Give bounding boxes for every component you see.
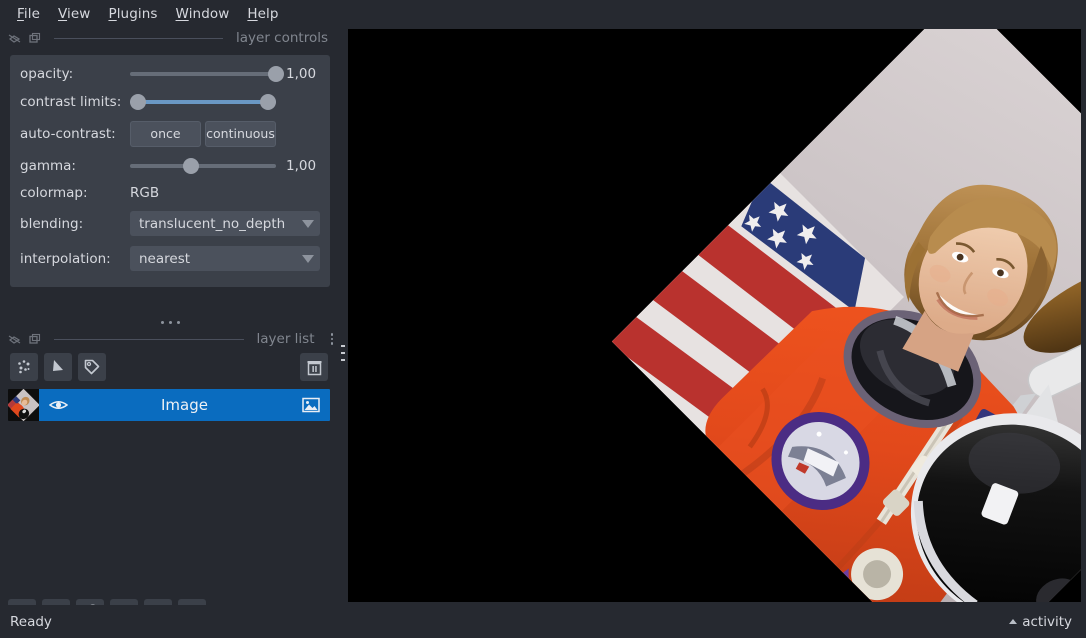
- opacity-handle[interactable]: [268, 66, 284, 82]
- layer-list-overflow-menu[interactable]: [328, 333, 337, 345]
- menu-dot: [330, 333, 333, 336]
- layer-controls-dock-header: layer controls: [0, 27, 340, 49]
- dock-float-icon[interactable]: [8, 333, 21, 346]
- opacity-value: 1,00: [286, 66, 317, 82]
- contrast-limits-field: [130, 93, 320, 111]
- contrast-limits-fill: [130, 100, 276, 104]
- contrast-limits-label: contrast limits:: [20, 94, 122, 110]
- contrast-limits-high-handle[interactable]: [260, 94, 276, 110]
- splitter-dot: [160, 320, 164, 324]
- viewer-canvas[interactable]: [348, 29, 1081, 602]
- activity-label: activity: [1022, 613, 1072, 630]
- interpolation-value: nearest: [139, 250, 191, 267]
- menu-view[interactable]: View: [49, 3, 99, 25]
- colormap-label: colormap:: [20, 185, 88, 201]
- splitter-dot: [176, 320, 180, 324]
- blending-combobox[interactable]: translucent_no_depth: [130, 211, 320, 236]
- colormap-field: RGB: [130, 185, 320, 201]
- colormap-value: RGB: [130, 185, 160, 201]
- handle-bar: [341, 359, 345, 361]
- dock-splitter-handle[interactable]: [0, 315, 340, 329]
- opacity-track: [130, 72, 276, 76]
- blending-label: blending:: [20, 215, 84, 232]
- layer-controls-title: layer controls: [236, 30, 328, 46]
- menu-plugins[interactable]: Plugins: [99, 3, 166, 25]
- caret-up-icon: [1009, 619, 1018, 624]
- auto-contrast-once-button[interactable]: once: [130, 121, 201, 147]
- dock-header-rule: [54, 37, 223, 39]
- layer-list-title: layer list: [256, 331, 315, 347]
- auto-contrast-continuous-button[interactable]: continuous: [205, 121, 276, 147]
- opacity-label: opacity:: [20, 66, 74, 82]
- interpolation-label: interpolation:: [20, 250, 111, 267]
- activity-toggle[interactable]: activity: [1009, 614, 1072, 630]
- menu-bar: File View Plugins Window Help: [0, 0, 1086, 27]
- menu-dot: [330, 337, 333, 341]
- contrast-limits-low-handle[interactable]: [130, 94, 146, 110]
- left-dock-panel: layer controls opacity: 1,00 contrast li…: [0, 27, 340, 627]
- gamma-handle[interactable]: [183, 158, 200, 174]
- menu-dot: [330, 342, 333, 345]
- menu-window[interactable]: Window: [167, 3, 239, 25]
- gamma-field: 1,00: [130, 157, 320, 175]
- gamma-label: gamma:: [20, 158, 76, 174]
- chevron-down-icon: [302, 254, 314, 263]
- image-layer-rotated: [611, 29, 1081, 602]
- opacity-field: 1,00: [130, 65, 320, 83]
- eye-icon: [48, 401, 68, 409]
- splitter-dot: [168, 320, 172, 324]
- handle-bar: [341, 345, 345, 347]
- interpolation-combobox[interactable]: nearest: [130, 246, 320, 271]
- layer-controls-card: opacity: 1,00 contrast limits: auto-cont…: [10, 55, 330, 287]
- blending-value: translucent_no_depth: [139, 215, 286, 232]
- dock-float-icon[interactable]: [8, 32, 21, 45]
- layer-visibility-toggle[interactable]: [39, 398, 77, 412]
- gamma-slider[interactable]: [130, 157, 276, 175]
- layer-list-dock-header: layer list: [0, 329, 340, 349]
- layer-type-icon-wrap: [292, 397, 330, 413]
- layer-list-toolbar: [0, 351, 340, 383]
- points-icon: [18, 360, 30, 374]
- canvas-edge-handle[interactable]: [341, 345, 345, 361]
- shapes-icon: [53, 360, 63, 371]
- opacity-slider[interactable]: [130, 65, 284, 83]
- status-message: Ready: [10, 613, 52, 630]
- chevron-down-icon: [302, 219, 314, 228]
- delete-layer-button[interactable]: [300, 353, 328, 381]
- handle-bar: [341, 352, 345, 354]
- contrast-limits-slider[interactable]: [130, 93, 276, 111]
- layer-name-label[interactable]: Image: [77, 396, 292, 414]
- dock-undock-icon[interactable]: [28, 333, 41, 346]
- layer-list-item-image[interactable]: Image: [8, 389, 330, 421]
- auto-contrast-field: once continuous: [130, 121, 320, 147]
- astronaut-photo: [611, 29, 1081, 602]
- interpolation-field: nearest: [130, 246, 320, 271]
- status-bar: Ready activity: [0, 605, 1086, 638]
- image-icon: [302, 397, 320, 413]
- new-points-layer-button[interactable]: [10, 353, 38, 381]
- menu-file[interactable]: File: [8, 3, 49, 25]
- dock-header-rule: [54, 338, 244, 340]
- labels-tag-icon: [84, 359, 100, 375]
- new-shapes-layer-button[interactable]: [44, 353, 72, 381]
- layer-thumbnail: [8, 389, 39, 421]
- new-labels-layer-button[interactable]: [78, 353, 106, 381]
- dock-undock-icon[interactable]: [28, 32, 41, 45]
- auto-contrast-label: auto-contrast:: [20, 126, 116, 142]
- gamma-value: 1,00: [286, 158, 317, 174]
- gamma-track: [130, 164, 276, 168]
- blending-field: translucent_no_depth: [130, 211, 320, 236]
- trash-icon: [307, 360, 321, 375]
- menu-help[interactable]: Help: [238, 3, 287, 25]
- napari-window: File View Plugins Window Help layer cont…: [0, 0, 1086, 638]
